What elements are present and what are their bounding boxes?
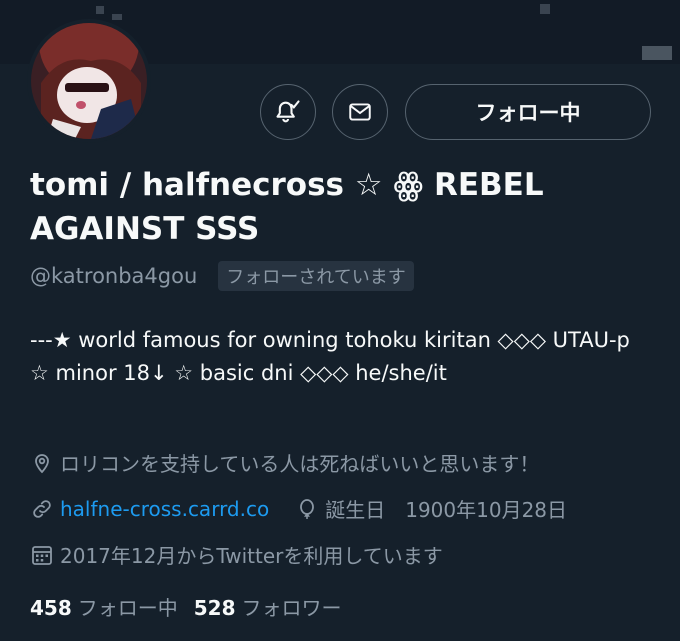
link-icon	[33, 499, 51, 518]
notifications-button[interactable]	[260, 84, 316, 140]
website-link[interactable]: halfne-cross.carrd.co	[60, 497, 269, 521]
banner-pixel	[642, 46, 672, 60]
following-button[interactable]: フォロー中	[405, 84, 651, 140]
envelope-icon	[349, 103, 371, 121]
joined-text: 2017年12月からTwitterを利用しています	[60, 544, 443, 568]
display-name: tomi / halfnecross ☆ ꙮ REBEL AGAINST SSS	[30, 167, 544, 247]
avatar[interactable]	[27, 19, 151, 143]
location-pin-icon	[35, 453, 49, 473]
location-row: ロリコンを支持している人は死ねばいいと思います！	[30, 448, 539, 477]
follow-stats: 458 フォロー中 528 フォロワー	[30, 592, 358, 621]
location-text: ロリコンを支持している人は死ねばいいと思います！	[60, 452, 540, 476]
following-stat[interactable]: 458 フォロー中	[30, 592, 178, 621]
banner-pixel	[540, 4, 550, 14]
following-count: 458	[30, 596, 72, 620]
avatar-image	[31, 23, 147, 139]
user-handle: @katronba4gou	[30, 264, 198, 288]
banner-pixel	[112, 14, 122, 20]
handle-row: @katronba4gou フォローされています	[30, 261, 414, 291]
calendar-icon	[32, 545, 52, 565]
followers-label: フォロワー	[241, 596, 342, 620]
following-label: フォロー中	[77, 596, 178, 620]
followers-stat[interactable]: 528 フォロワー	[194, 592, 342, 621]
profile-bio: ---★ world famous for owning tohoku kiri…	[30, 328, 630, 385]
followers-count: 528	[193, 596, 236, 620]
message-button[interactable]	[332, 84, 388, 140]
banner-pixel	[96, 6, 104, 14]
follows-you-badge: フォローされています	[218, 261, 414, 291]
birthday-text: 誕生日 1900年10月28日	[325, 498, 568, 522]
website-birthday-row: halfne-cross.carrd.co 誕生日 1900年10月28日	[30, 494, 567, 523]
balloon-icon	[300, 498, 315, 519]
bell-check-icon	[276, 100, 300, 123]
joined-row: 2017年12月からTwitterを利用しています	[30, 540, 443, 569]
